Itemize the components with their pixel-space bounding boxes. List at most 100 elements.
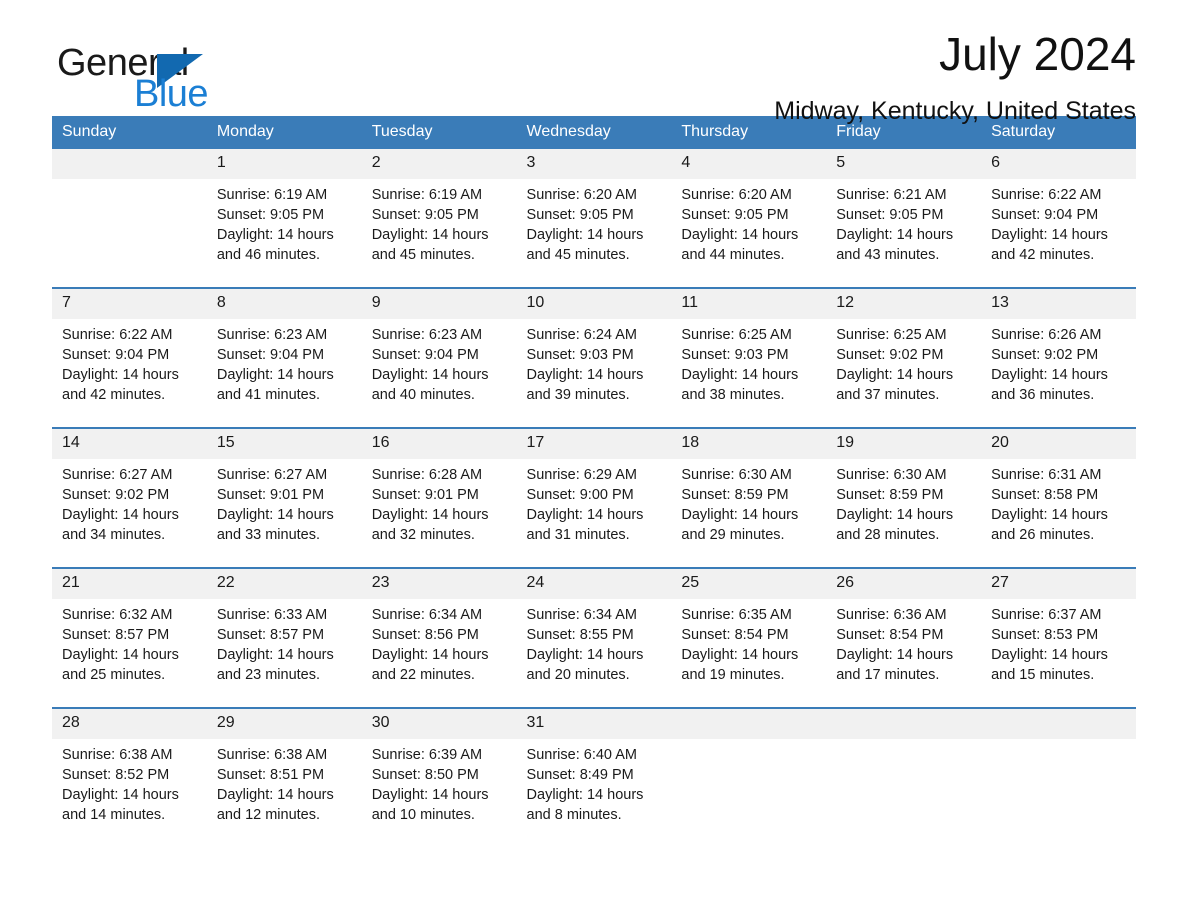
day-details: Sunrise: 6:26 AM Sunset: 9:02 PM Daylight:… [981, 319, 1136, 405]
calendar-day-cell[interactable]: 29 Sunrise: 6:38 AM Sunset: 8:51 PM Dayligh… [206, 707, 362, 826]
sunset-time: Sunset: 9:02 PM [62, 487, 170, 504]
calendar-day-cell[interactable]: 3 Sunrise: 6:20 AM Sunset: 9:05 PM Daylight… [516, 149, 672, 266]
sunset-time: Sunset: 8:52 PM [62, 767, 170, 784]
daylight-duration-line1: Daylight: 14 hours [216, 507, 334, 524]
daylight-duration-line1: Daylight: 14 hours [526, 367, 644, 384]
weekday-header-wednesday: Wednesday [516, 116, 672, 150]
calendar-day-cell[interactable]: 20 Sunrise: 6:31 AM Sunset: 8:58 PM Dayligh… [981, 427, 1136, 546]
sunrise-time: Sunrise: 6:23 AM [371, 327, 483, 344]
day-details: Sunrise: 6:23 AM Sunset: 9:04 PM Daylight:… [207, 319, 362, 405]
calendar-week-row: 1 Sunrise: 6:19 AM Sunset: 9:05 PM Daylight… [52, 149, 1136, 266]
calendar-day-cell[interactable]: 5 Sunrise: 6:21 AM Sunset: 9:05 PM Daylight… [826, 149, 982, 266]
sunrise-time: Sunrise: 6:20 AM [526, 187, 637, 204]
calendar-day-cell[interactable]: 27 Sunrise: 6:37 AM Sunset: 8:53 PM Dayligh… [981, 567, 1136, 686]
calendar-day-cell[interactable]: 13 Sunrise: 6:26 AM Sunset: 9:02 PM Dayligh… [981, 287, 1136, 406]
day-number: 8 [206, 289, 362, 320]
calendar-day-cell[interactable]: 1 Sunrise: 6:19 AM Sunset: 9:05 PM Daylight… [206, 149, 362, 266]
calendar-day-cell[interactable]: 21 Sunrise: 6:32 AM Sunset: 8:57 PM Dayligh… [52, 567, 207, 686]
day-number: 5 [826, 149, 982, 180]
calendar-day-cell [671, 707, 827, 826]
sunset-time: Sunset: 9:02 PM [991, 347, 1099, 364]
daylight-duration-line2: and 41 minutes. [216, 387, 321, 404]
calendar-day-cell[interactable]: 18 Sunrise: 6:30 AM Sunset: 8:59 PM Dayligh… [671, 427, 827, 546]
day-details: Sunrise: 6:35 AM Sunset: 8:54 PM Daylight:… [671, 599, 826, 685]
calendar-day-cell[interactable]: 23 Sunrise: 6:34 AM Sunset: 8:56 PM Dayligh… [361, 567, 517, 686]
day-details: Sunrise: 6:23 AM Sunset: 9:04 PM Daylight:… [362, 319, 517, 405]
day-number: 26 [826, 569, 982, 600]
calendar-day-cell[interactable]: 15 Sunrise: 6:27 AM Sunset: 9:01 PM Dayligh… [206, 427, 362, 546]
day-29: 29 Sunrise: 6:38 AM Sunset: 8:51 PM Dayligh… [206, 709, 362, 825]
day-details: Sunrise: 6:22 AM Sunset: 9:04 PM Daylight:… [52, 319, 207, 405]
calendar-day-cell[interactable]: 30 Sunrise: 6:39 AM Sunset: 8:50 PM Dayligh… [361, 707, 517, 826]
day-details: Sunrise: 6:27 AM Sunset: 9:02 PM Daylight:… [52, 459, 207, 545]
daylight-duration-line1: Daylight: 14 hours [836, 367, 954, 384]
day-number: 25 [671, 569, 827, 600]
day-details: Sunrise: 6:38 AM Sunset: 8:51 PM Daylight:… [207, 739, 362, 825]
week-spacer-cell [52, 545, 1136, 569]
daylight-duration-line1: Daylight: 14 hours [216, 787, 334, 804]
calendar-day-cell[interactable]: 9 Sunrise: 6:23 AM Sunset: 9:04 PM Daylight… [361, 287, 517, 406]
calendar-day-cell[interactable]: 2 Sunrise: 6:19 AM Sunset: 9:05 PM Daylight… [361, 149, 517, 266]
calendar-day-cell[interactable]: 28 Sunrise: 6:38 AM Sunset: 8:52 PM Dayligh… [52, 707, 207, 826]
day-number: 10 [516, 289, 672, 320]
daylight-duration-line2: and 25 minutes. [62, 667, 166, 684]
sunset-time: Sunset: 8:59 PM [836, 487, 944, 504]
day-details: Sunrise: 6:32 AM Sunset: 8:57 PM Daylight:… [52, 599, 207, 685]
day-17: 17 Sunrise: 6:29 AM Sunset: 9:00 PM Dayligh… [516, 429, 672, 545]
day-number: 31 [516, 709, 672, 740]
calendar-day-cell[interactable]: 24 Sunrise: 6:34 AM Sunset: 8:55 PM Dayligh… [516, 567, 672, 686]
calendar-day-cell[interactable]: 7 Sunrise: 6:22 AM Sunset: 9:04 PM Daylight… [52, 287, 207, 406]
calendar-day-cell[interactable]: 4 Sunrise: 6:20 AM Sunset: 9:05 PM Daylight… [671, 149, 827, 266]
calendar-day-cell[interactable]: 8 Sunrise: 6:23 AM Sunset: 9:04 PM Daylight… [206, 287, 362, 406]
sunrise-time: Sunrise: 6:38 AM [62, 747, 173, 764]
calendar-day-cell[interactable]: 19 Sunrise: 6:30 AM Sunset: 8:59 PM Dayligh… [826, 427, 982, 546]
calendar-day-cell[interactable]: 14 Sunrise: 6:27 AM Sunset: 9:02 PM Dayligh… [52, 427, 207, 546]
day-3: 3 Sunrise: 6:20 AM Sunset: 9:05 PM Daylight… [516, 149, 672, 265]
sunrise-time: Sunrise: 6:36 AM [836, 607, 947, 624]
sunrise-time: Sunrise: 6:24 AM [526, 327, 637, 344]
day-number: 6 [981, 149, 1136, 180]
calendar-day-cell[interactable]: 11 Sunrise: 6:25 AM Sunset: 9:03 PM Dayligh… [671, 287, 827, 406]
calendar-day-cell[interactable]: 10 Sunrise: 6:24 AM Sunset: 9:03 PM Dayligh… [516, 287, 672, 406]
sunrise-time: Sunrise: 6:30 AM [681, 467, 792, 484]
sunrise-sunset-calendar: Sunday Monday Tuesday Wednesday Thursday… [52, 116, 1136, 826]
daylight-duration-line2: and 22 minutes. [371, 667, 475, 684]
day-number: 28 [52, 709, 207, 740]
daylight-duration-line2: and 28 minutes. [836, 527, 940, 544]
day-details: Sunrise: 6:39 AM Sunset: 8:50 PM Daylight:… [362, 739, 517, 825]
day-number: 4 [671, 149, 827, 180]
calendar-day-cell[interactable]: 22 Sunrise: 6:33 AM Sunset: 8:57 PM Dayligh… [206, 567, 362, 686]
day-number: 13 [981, 289, 1136, 320]
day-28: 28 Sunrise: 6:38 AM Sunset: 8:52 PM Dayligh… [52, 709, 207, 825]
day-details: Sunrise: 6:36 AM Sunset: 8:54 PM Daylight:… [826, 599, 981, 685]
daylight-duration-line2: and 29 minutes. [681, 527, 785, 544]
calendar-day-cell[interactable]: 16 Sunrise: 6:28 AM Sunset: 9:01 PM Dayligh… [361, 427, 517, 546]
day-number [826, 709, 982, 740]
day-details: Sunrise: 6:25 AM Sunset: 9:03 PM Daylight:… [671, 319, 826, 405]
sunrise-time: Sunrise: 6:22 AM [991, 187, 1102, 204]
daylight-duration-line2: and 31 minutes. [526, 527, 630, 544]
sunrise-time: Sunrise: 6:27 AM [62, 467, 173, 484]
day-number: 12 [826, 289, 982, 320]
sunrise-time: Sunrise: 6:31 AM [991, 467, 1102, 484]
daylight-duration-line2: and 14 minutes. [62, 807, 166, 824]
calendar-day-cell[interactable]: 12 Sunrise: 6:25 AM Sunset: 9:02 PM Dayligh… [826, 287, 982, 406]
day-number: 2 [361, 149, 517, 180]
daylight-duration-line2: and 23 minutes. [216, 667, 321, 684]
calendar-day-cell[interactable]: 6 Sunrise: 6:22 AM Sunset: 9:04 PM Daylight… [981, 149, 1136, 266]
daylight-duration-line2: and 45 minutes. [371, 247, 475, 264]
week-spacer-cell [52, 405, 1136, 429]
daylight-duration-line1: Daylight: 14 hours [681, 367, 799, 384]
daylight-duration-line1: Daylight: 14 hours [371, 367, 489, 384]
day-number: 27 [981, 569, 1136, 600]
daylight-duration-line2: and 40 minutes. [371, 387, 475, 404]
calendar-day-cell[interactable]: 17 Sunrise: 6:29 AM Sunset: 9:00 PM Dayligh… [516, 427, 672, 546]
day-number: 30 [361, 709, 517, 740]
day-details: Sunrise: 6:27 AM Sunset: 9:01 PM Daylight:… [207, 459, 362, 545]
daylight-duration-line1: Daylight: 14 hours [62, 367, 179, 384]
day-21: 21 Sunrise: 6:32 AM Sunset: 8:57 PM Dayligh… [52, 569, 207, 685]
logo-text-blue: Blue [134, 73, 209, 115]
calendar-day-cell[interactable]: 26 Sunrise: 6:36 AM Sunset: 8:54 PM Dayligh… [826, 567, 982, 686]
calendar-day-cell[interactable]: 31 Sunrise: 6:40 AM Sunset: 8:49 PM Dayligh… [516, 707, 672, 826]
calendar-day-cell[interactable]: 25 Sunrise: 6:35 AM Sunset: 8:54 PM Dayligh… [671, 567, 827, 686]
